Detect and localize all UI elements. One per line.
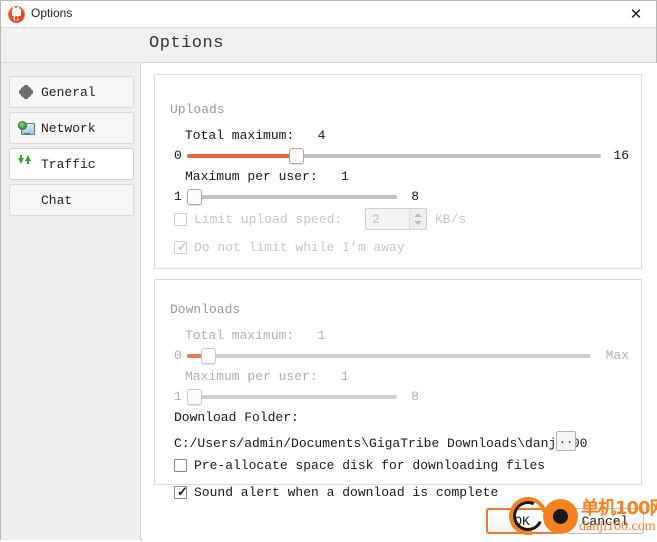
sidebar-item-general[interactable]: General bbox=[9, 76, 134, 108]
preallocate-space-checkbox[interactable] bbox=[174, 459, 187, 472]
do-not-limit-away-checkbox-row[interactable]: ✓ Do not limit while I’m away bbox=[174, 240, 405, 255]
uploads-per-user-value: 1 bbox=[341, 169, 349, 184]
ok-button[interactable]: OK bbox=[486, 508, 558, 534]
slider-min-label: 1 bbox=[174, 389, 182, 404]
downloads-group: Downloads Total maximum: 1 0 Max Maximum… bbox=[154, 279, 642, 500]
slider-max-label: 16 bbox=[613, 148, 629, 163]
uploads-total-maximum-label: Total maximum: 4 bbox=[185, 128, 326, 143]
upload-speed-unit: KB/s bbox=[435, 212, 467, 227]
options-content: Uploads Total maximum: 4 0 16 Maximum pe… bbox=[142, 63, 657, 540]
check-icon: ✓ bbox=[177, 239, 188, 254]
sidebar: General Network Traffic Chat bbox=[1, 63, 141, 540]
preallocate-space-label: Pre-allocate space disk for downloading … bbox=[194, 458, 546, 473]
slider-handle[interactable] bbox=[201, 348, 216, 364]
sound-alert-label: Sound alert when a download is complete bbox=[194, 485, 499, 500]
downloads-per-user-label: Maximum per user: 1 bbox=[185, 369, 349, 384]
preallocate-space-checkbox-row[interactable]: Pre-allocate space disk for downloading … bbox=[174, 458, 545, 473]
downloads-per-user-value: 1 bbox=[341, 369, 349, 384]
sidebar-item-label: Network bbox=[41, 120, 96, 136]
do-not-limit-away-label: Do not limit while I’m away bbox=[194, 240, 405, 255]
browse-folder-button[interactable]: .. bbox=[556, 431, 576, 451]
uploads-group: Uploads Total maximum: 4 0 16 Maximum pe… bbox=[154, 74, 642, 269]
download-folder-label: Download Folder: bbox=[174, 410, 299, 425]
gigatribe-logo-icon: G bbox=[8, 6, 25, 23]
sidebar-item-label: Traffic bbox=[41, 156, 96, 172]
downloads-group-title: Downloads bbox=[170, 302, 241, 317]
slider-max-label: Max bbox=[605, 348, 629, 363]
do-not-limit-away-checkbox[interactable]: ✓ bbox=[174, 239, 188, 254]
uploads-total-maximum-slider[interactable]: 0 16 bbox=[174, 147, 629, 165]
slider-handle[interactable] bbox=[187, 389, 202, 405]
spinner-down-icon[interactable] bbox=[414, 221, 422, 225]
page-title: Options bbox=[149, 34, 224, 53]
page-header: Options bbox=[1, 28, 656, 63]
sidebar-item-label: General bbox=[41, 84, 96, 100]
upload-speed-spinner[interactable]: 2 bbox=[365, 208, 427, 230]
uploads-total-maximum-value: 4 bbox=[317, 128, 326, 143]
sound-alert-checkbox[interactable]: ✓ bbox=[174, 484, 188, 499]
sidebar-item-label: Chat bbox=[41, 192, 73, 208]
uploads-per-user-label: Maximum per user: 1 bbox=[185, 169, 349, 184]
limit-upload-speed-label: Limit upload speed: bbox=[194, 212, 343, 227]
network-icon bbox=[18, 120, 35, 136]
downloads-total-maximum-slider[interactable]: 0 Max bbox=[174, 347, 629, 365]
spinner-buttons[interactable] bbox=[409, 209, 426, 229]
uploads-group-title: Uploads bbox=[170, 102, 225, 117]
sidebar-item-network[interactable]: Network bbox=[9, 112, 134, 144]
slider-min-label: 1 bbox=[174, 189, 182, 204]
slider-min-label: 0 bbox=[174, 148, 182, 163]
slider-min-label: 0 bbox=[174, 348, 182, 363]
gear-icon bbox=[18, 84, 34, 100]
downloads-total-maximum-label: Total maximum: 1 bbox=[185, 328, 326, 343]
title-bar: G Options ✕ bbox=[1, 1, 656, 28]
downloads-per-user-slider[interactable]: 1 8 bbox=[174, 388, 419, 406]
upload-speed-value: 2 bbox=[372, 212, 380, 227]
sound-alert-checkbox-row[interactable]: ✓ Sound alert when a download is complet… bbox=[174, 485, 498, 500]
traffic-arrows-icon bbox=[18, 155, 34, 172]
cancel-button[interactable]: Cancel bbox=[566, 508, 644, 534]
check-icon: ✓ bbox=[177, 484, 188, 499]
download-folder-path[interactable]: C:/Users/admin/Documents\GigaTribe Downl… bbox=[174, 436, 587, 451]
spinner-up-icon[interactable] bbox=[414, 213, 422, 217]
close-icon[interactable]: ✕ bbox=[616, 1, 656, 27]
slider-handle[interactable] bbox=[289, 148, 304, 164]
slider-handle[interactable] bbox=[187, 189, 202, 205]
slider-max-label: 8 bbox=[411, 189, 419, 204]
window-title: Options bbox=[31, 6, 73, 20]
uploads-per-user-slider[interactable]: 1 8 bbox=[174, 188, 419, 206]
sidebar-item-traffic[interactable]: Traffic bbox=[9, 148, 134, 180]
limit-upload-speed-checkbox-row[interactable]: Limit upload speed: bbox=[174, 212, 342, 227]
options-window: G Options ✕ Options General Network Traf… bbox=[0, 0, 657, 542]
limit-upload-speed-checkbox[interactable] bbox=[174, 213, 187, 226]
slider-max-label: 8 bbox=[411, 389, 419, 404]
sidebar-item-chat[interactable]: Chat bbox=[9, 184, 134, 216]
downloads-total-maximum-value: 1 bbox=[317, 328, 326, 343]
